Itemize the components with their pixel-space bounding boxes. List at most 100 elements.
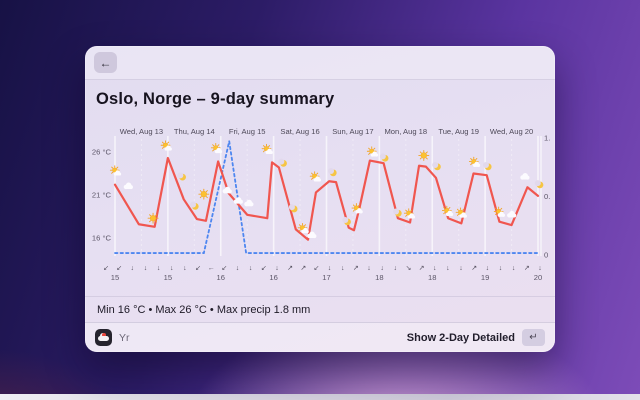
weather-icon-moon bbox=[328, 168, 337, 177]
sun-ray bbox=[149, 220, 152, 223]
yr-logo-icon bbox=[95, 329, 112, 346]
weather-icon-moon bbox=[278, 158, 287, 167]
weather-icon-cloud bbox=[520, 173, 530, 180]
wind-arrow-ne: ↗ bbox=[300, 265, 306, 272]
weather-icon-sun-cloud bbox=[441, 205, 454, 216]
wind-arrow-sw: ↙ bbox=[261, 265, 267, 272]
day-label: Mon, Aug 18 bbox=[384, 127, 427, 136]
weather-icon-sun-cloud bbox=[403, 208, 416, 219]
precip-axis-label: 0 bbox=[544, 251, 548, 260]
weather-icon-sun-cloud bbox=[160, 140, 172, 151]
wind-arrow-se: ↘ bbox=[406, 265, 412, 272]
sun-ray bbox=[161, 146, 164, 149]
sun-ray bbox=[373, 147, 376, 150]
sun-ray bbox=[470, 158, 473, 160]
sun-ray bbox=[425, 157, 428, 160]
cloud-base bbox=[234, 201, 242, 204]
weather-icon-moon bbox=[177, 172, 186, 181]
weather-icon-moon bbox=[393, 208, 402, 217]
wind-arrow-s: ↓ bbox=[433, 265, 437, 272]
sun-ray bbox=[425, 151, 428, 154]
moon-cutout bbox=[379, 153, 386, 160]
date-tick-label: 18 bbox=[375, 273, 383, 282]
weather-icon-sun bbox=[418, 149, 430, 161]
sun-ray bbox=[212, 144, 215, 147]
sun-ray bbox=[368, 152, 371, 155]
weather-icon-moon bbox=[342, 217, 351, 226]
wind-arrow-s: ↓ bbox=[170, 265, 174, 272]
wind-arrow-ne: ↗ bbox=[353, 265, 359, 272]
wind-arrow-s: ↓ bbox=[394, 265, 398, 272]
weather-icon-sun-cloud bbox=[366, 146, 379, 157]
moon-cutout bbox=[278, 158, 285, 165]
sun-ray bbox=[475, 158, 478, 160]
sun-ray bbox=[212, 149, 215, 152]
desktop-bottom-strip bbox=[0, 394, 640, 400]
sun-ray bbox=[268, 145, 271, 148]
sun-core bbox=[420, 152, 427, 159]
weather-icon-cloud bbox=[123, 182, 133, 190]
day-label: Fri, Aug 15 bbox=[229, 127, 266, 136]
wind-arrow-sw: ↙ bbox=[195, 265, 201, 272]
cloud-base bbox=[446, 213, 453, 216]
sun-ray bbox=[111, 166, 114, 169]
date-tick-label: 18 bbox=[428, 273, 436, 282]
cloud-base bbox=[408, 216, 415, 219]
wind-arrow-s: ↓ bbox=[341, 265, 345, 272]
wind-arrow-s: ↓ bbox=[131, 265, 135, 272]
sun-ray bbox=[205, 196, 208, 199]
sun-ray bbox=[217, 144, 220, 147]
weather-icon-cloud bbox=[222, 186, 232, 194]
temp-axis-label: 21 °C bbox=[92, 191, 112, 200]
moon-cutout bbox=[342, 217, 349, 224]
sun-ray bbox=[443, 212, 446, 215]
sun-ray bbox=[262, 145, 265, 148]
weather-icon-sun-cloud bbox=[468, 156, 481, 167]
cloud-base bbox=[507, 214, 516, 218]
wind-arrow-sw: ↙ bbox=[221, 265, 227, 272]
wind-arrow-sw: ↙ bbox=[116, 265, 122, 272]
sun-ray bbox=[262, 150, 265, 153]
weather-icon-cloud bbox=[244, 199, 254, 207]
cloud-base bbox=[266, 152, 273, 154]
sun-ray bbox=[199, 190, 202, 193]
wind-arrow-s: ↓ bbox=[328, 265, 332, 272]
sun-ray bbox=[205, 190, 208, 193]
moon-cutout bbox=[393, 208, 400, 215]
summary-stats-row: Min 16 °C • Max 26 °C • Max precip 1.8 m… bbox=[85, 296, 555, 322]
sun-ray bbox=[116, 166, 119, 169]
sun-ray bbox=[419, 157, 422, 160]
sun-ray bbox=[304, 224, 307, 227]
weather-summary-card: ← Oslo, Norge – 9-day summary Wed, Aug 1… bbox=[85, 46, 555, 352]
precip-axis-label: 1. bbox=[544, 134, 550, 143]
date-tick-label: 20 bbox=[534, 273, 542, 282]
sun-ray bbox=[419, 151, 422, 154]
wind-arrow-sw: ↙ bbox=[313, 265, 319, 272]
show-2day-detailed-button[interactable]: Show 2-Day Detailed ↵ bbox=[407, 329, 545, 346]
cloud-base bbox=[244, 203, 253, 207]
wind-arrow-w: ← bbox=[208, 265, 215, 272]
sun-ray bbox=[316, 172, 319, 175]
return-glyph: ↵ bbox=[529, 332, 538, 343]
wind-arrow-s: ↓ bbox=[486, 265, 490, 272]
cloud-base bbox=[460, 215, 467, 218]
cloud-base bbox=[498, 214, 505, 217]
moon-cutout bbox=[534, 180, 541, 187]
weather-icon-sun-cloud bbox=[261, 143, 273, 155]
cloud-base bbox=[307, 235, 316, 239]
sun-ray bbox=[448, 207, 451, 209]
cloud-base bbox=[223, 190, 231, 194]
date-tick-label: 16 bbox=[217, 273, 225, 282]
day-label: Thu, Aug 14 bbox=[174, 127, 215, 136]
cloud-base bbox=[165, 148, 172, 151]
return-key-icon: ↵ bbox=[522, 329, 545, 346]
wind-arrow-s: ↓ bbox=[144, 265, 148, 272]
summary-stats-text: Min 16 °C • Max 26 °C • Max precip 1.8 m… bbox=[97, 303, 311, 316]
wind-arrow-s: ↓ bbox=[499, 265, 503, 272]
weather-icon-moon bbox=[534, 180, 544, 189]
moon-cutout bbox=[177, 172, 184, 179]
cloud-base bbox=[215, 151, 222, 154]
cloud-base bbox=[302, 231, 309, 234]
day-label: Tue, Aug 19 bbox=[438, 127, 479, 136]
sun-core bbox=[149, 215, 157, 222]
